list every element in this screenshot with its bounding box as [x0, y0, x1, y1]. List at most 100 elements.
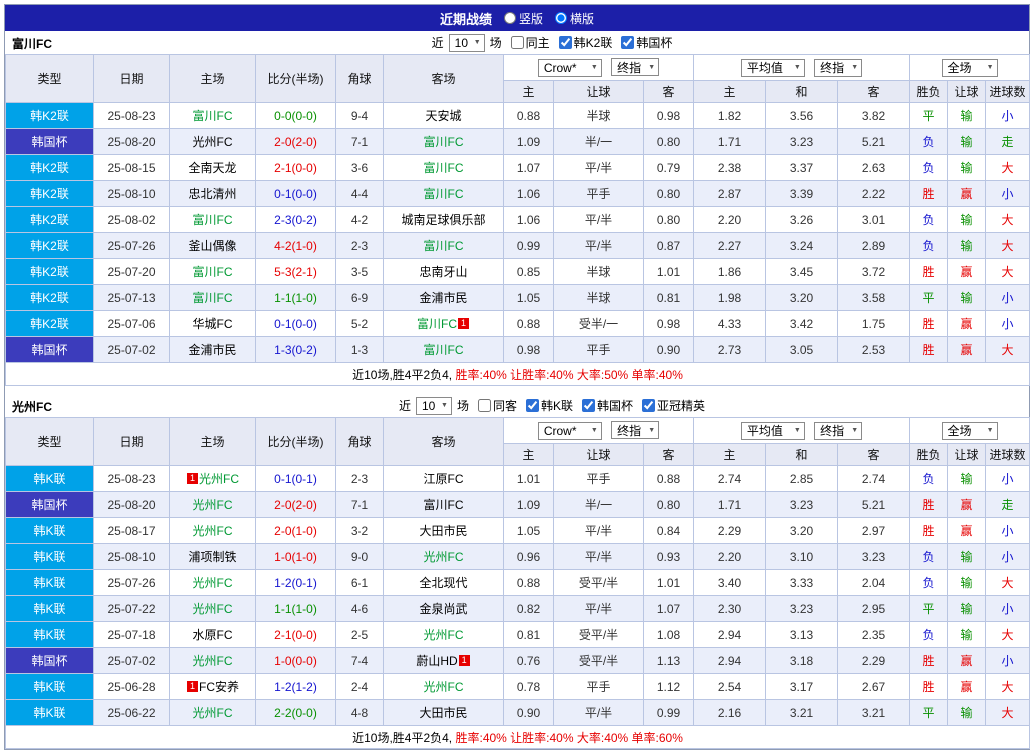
team-name[interactable]: 蔚山HD [416, 654, 457, 668]
away-team-cell: 金泉尚武 [384, 596, 504, 622]
sub-avg-draw: 和 [766, 444, 838, 466]
team-name[interactable]: 富川FC [424, 135, 464, 149]
league-filter-0-option[interactable]: 韩K联 [519, 397, 573, 414]
average-final-select[interactable]: 终指▼ [814, 59, 862, 77]
handicap-final-select[interactable]: 终指▼ [611, 421, 659, 439]
match-row: 韩K联25-07-22光州FC1-1(1-0)4-6金泉尚武0.82平/半1.0… [6, 596, 1030, 622]
fullmatch-select[interactable]: 全场▼ [942, 59, 998, 77]
avg-away-odds: 5.21 [838, 492, 910, 518]
league-filter-1-option[interactable]: 韩国杯 [614, 34, 672, 51]
handicap-away-odds: 0.93 [644, 544, 694, 570]
match-row: 韩K2联25-07-20富川FC5-3(2-1)3-5忠南牙山0.85半球1.0… [6, 259, 1030, 285]
team-name[interactable]: 光州FC [424, 550, 464, 564]
team-name[interactable]: 江原FC [424, 472, 464, 486]
fullmatch-select[interactable]: 全场▼ [942, 422, 998, 440]
col-home: 主场 [170, 55, 256, 103]
result-outcome: 平 [910, 103, 948, 129]
league-filter-1-checkbox[interactable] [582, 399, 595, 412]
team-name[interactable]: 富川FC [193, 109, 233, 123]
team-name[interactable]: 光州FC [193, 706, 233, 720]
team-name[interactable]: 富川FC [193, 265, 233, 279]
team-name[interactable]: 全北现代 [419, 576, 467, 590]
average-select[interactable]: 平均值▼ [741, 59, 805, 77]
same-venue-checkbox[interactable] [478, 399, 491, 412]
team-name[interactable]: 釜山偶像 [188, 239, 236, 253]
league-filter-0-option[interactable]: 韩K2联 [552, 34, 613, 51]
team-name[interactable]: 富川FC [193, 291, 233, 305]
handicap-home-odds: 0.96 [504, 544, 554, 570]
team-name[interactable]: 光州FC [193, 602, 233, 616]
team-name[interactable]: 金浦市民 [419, 291, 467, 305]
bookmaker-select[interactable]: Crow*▼ [538, 422, 602, 440]
horizontal-radio[interactable] [555, 12, 567, 24]
team-name[interactable]: 大田市民 [419, 706, 467, 720]
team-name[interactable]: 光州FC [424, 680, 464, 694]
avg-draw-odds: 3.42 [766, 311, 838, 337]
team-name[interactable]: 富川FC [424, 161, 464, 175]
league-filter-2-option[interactable]: 亚冠精英 [635, 397, 705, 414]
team-name[interactable]: 忠南牙山 [419, 265, 467, 279]
team-name[interactable]: 城南足球俱乐部 [401, 213, 485, 227]
team-name[interactable]: 富川FC [424, 239, 464, 253]
team-name[interactable]: FC安养 [199, 680, 239, 694]
team-name[interactable]: 华城FC [193, 317, 233, 331]
same-venue-option[interactable]: 同客 [471, 397, 517, 414]
same-venue-checkbox[interactable] [511, 36, 524, 49]
team-filter-bar: 光州FC 近10▼场同客韩K联韩国杯亚冠精英 [5, 394, 1029, 417]
team-name[interactable]: 光州FC [424, 628, 464, 642]
team-name[interactable]: 天安城 [425, 109, 461, 123]
handicap-away-odds: 1.07 [644, 596, 694, 622]
team-name[interactable]: 光州FC [193, 524, 233, 538]
fullmatch-header: 全场▼ [910, 418, 1030, 444]
filter-label: 近 [432, 34, 444, 51]
team-name[interactable]: 忠北清州 [188, 187, 236, 201]
team-name[interactable]: 光州FC [193, 498, 233, 512]
team-title: 光州FC [12, 398, 52, 415]
date-cell: 25-07-22 [94, 596, 170, 622]
bookmaker-select[interactable]: Crow*▼ [538, 59, 602, 77]
match-count-select[interactable]: 10▼ [416, 397, 452, 415]
handicap-outcome: 赢 [948, 648, 986, 674]
team-name[interactable]: 金泉尚武 [419, 602, 467, 616]
team-name[interactable]: 富川FC [424, 343, 464, 357]
vertical-radio[interactable] [504, 12, 516, 24]
date-cell: 25-07-13 [94, 285, 170, 311]
league-filter-1-option[interactable]: 韩国杯 [575, 397, 633, 414]
team-name[interactable]: 富川FC [424, 187, 464, 201]
team-name[interactable]: 全南天龙 [188, 161, 236, 175]
match-count-select[interactable]: 10▼ [449, 34, 485, 52]
league-filter-0-checkbox[interactable] [526, 399, 539, 412]
team-name[interactable]: 光州FC [193, 576, 233, 590]
layout-vertical-option[interactable]: 竖版 [504, 10, 543, 27]
handicap-home-odds: 0.98 [504, 337, 554, 363]
league-filter-1-checkbox[interactable] [621, 36, 634, 49]
corners-cell: 4-6 [336, 596, 384, 622]
date-cell: 25-08-10 [94, 544, 170, 570]
avg-home-odds: 2.38 [694, 155, 766, 181]
team-name[interactable]: 富川FC [417, 317, 457, 331]
result-outcome: 胜 [910, 181, 948, 207]
team-name[interactable]: 大田市民 [419, 524, 467, 538]
team-name[interactable]: 光州FC [199, 472, 239, 486]
league-cell: 韩K联 [6, 596, 94, 622]
team-name[interactable]: 光州FC [193, 135, 233, 149]
team-name[interactable]: 金浦市民 [188, 343, 236, 357]
average-final-select[interactable]: 终指▼ [814, 422, 862, 440]
league-cell: 韩K联 [6, 466, 94, 492]
same-venue-option[interactable]: 同主 [504, 34, 550, 51]
handicap-outcome: 输 [948, 155, 986, 181]
corners-cell: 2-5 [336, 622, 384, 648]
team-name[interactable]: 富川FC [424, 498, 464, 512]
layout-horizontal-option[interactable]: 横版 [555, 10, 594, 27]
team-name[interactable]: 光州FC [193, 654, 233, 668]
corners-cell: 4-4 [336, 181, 384, 207]
league-filter-0-checkbox[interactable] [559, 36, 572, 49]
league-filter-2-checkbox[interactable] [642, 399, 655, 412]
result-outcome: 平 [910, 700, 948, 726]
average-select[interactable]: 平均值▼ [741, 422, 805, 440]
handicap-final-select[interactable]: 终指▼ [611, 58, 659, 76]
team-name[interactable]: 水原FC [193, 628, 233, 642]
handicap-home-odds: 1.06 [504, 181, 554, 207]
team-name[interactable]: 富川FC [193, 213, 233, 227]
team-name[interactable]: 浦项制铁 [188, 550, 236, 564]
